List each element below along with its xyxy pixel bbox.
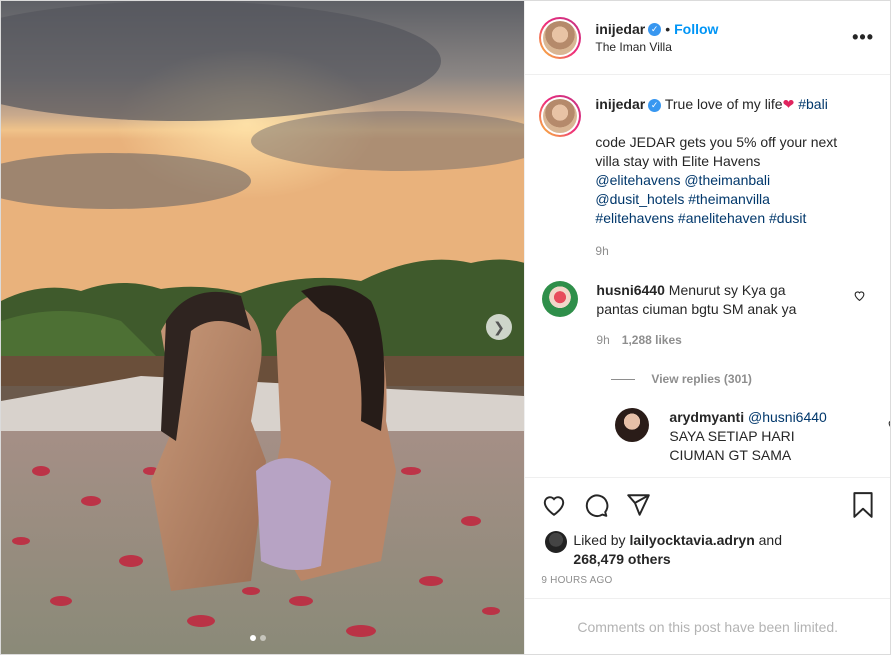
like-comment-heart-icon[interactable] <box>853 289 866 302</box>
liker-username[interactable]: lailyocktavia.adryn <box>629 532 754 548</box>
view-replies-button[interactable]: View replies (301) <box>611 372 874 386</box>
heart-emoji: ❤ <box>782 96 795 112</box>
view-replies-label: View replies (301) <box>651 372 752 386</box>
likes-summary: Liked by lailyocktavia.adryn and 268,479… <box>525 531 890 569</box>
reply-mention[interactable]: @husni6440 <box>748 409 827 425</box>
action-bar <box>525 477 890 531</box>
verified-icon: ✓ <box>648 23 662 37</box>
commenter-avatar[interactable] <box>542 281 579 317</box>
comment-item: husni6440 Menurut sy Kya ga pantas ciuma… <box>539 281 874 350</box>
more-icon[interactable]: ••• <box>852 27 874 48</box>
verified-icon: ✓ <box>648 98 662 112</box>
follow-button[interactable]: Follow <box>674 21 718 37</box>
replies-divider <box>611 378 636 380</box>
carousel-indicator <box>250 635 266 641</box>
post-timestamp[interactable]: 9 HOURS AGO <box>525 569 890 586</box>
mention-link[interactable]: @elitehavens <box>595 172 680 188</box>
reply-text: SAYA SETIAP HARI CIUMAN GT SAMA <box>669 428 795 463</box>
chevron-right-icon: ❯ <box>493 319 505 335</box>
post-photo <box>1 1 525 654</box>
caption-username[interactable]: inijedar <box>595 96 645 112</box>
hashtag-link[interactable]: #elitehavens <box>595 210 674 226</box>
hashtag-link[interactable]: #theimanvilla <box>688 191 770 207</box>
caption-promo: code JEDAR gets you 5% off your next vil… <box>595 134 838 169</box>
caption-time[interactable]: 9h <box>595 242 855 261</box>
post-header: inijedar ✓ • Follow The Iman Villa ••• <box>525 1 890 75</box>
hashtag-link[interactable]: #anelitehaven <box>678 210 765 226</box>
comment-likes[interactable]: 1,288 likes <box>622 333 682 347</box>
liked-by-prefix: Liked by <box>573 532 626 548</box>
comment-icon[interactable] <box>583 492 609 518</box>
instagram-post: ❯ inijedar✓•Follow The Iman Villa ••• <box>0 0 891 655</box>
hashtag-link[interactable]: #bali <box>798 96 828 112</box>
commenter-username[interactable]: husni6440 <box>596 282 664 298</box>
comments-limited-notice: Comments on this post have been limited. <box>525 598 890 654</box>
reply-username[interactable]: arydmyanti <box>669 409 744 425</box>
share-icon[interactable] <box>625 492 651 518</box>
liked-by-and: and <box>758 532 782 548</box>
like-reply-heart-icon[interactable] <box>887 418 890 431</box>
author-avatar[interactable] <box>539 16 582 59</box>
carousel-dot <box>260 635 266 641</box>
liker-avatar[interactable] <box>545 531 568 553</box>
mention-link[interactable]: @dusit_hotels <box>595 191 684 207</box>
location-link[interactable]: The Iman Villa <box>595 38 718 56</box>
carousel-dot-active <box>250 635 256 641</box>
post-caption: inijedar ✓ True love of my life❤ #bali co… <box>539 95 874 261</box>
reply-avatar[interactable] <box>615 408 650 442</box>
separator-dot: • <box>665 20 671 37</box>
comment-time[interactable]: 9h <box>596 333 609 347</box>
likes-count[interactable]: 268,479 others <box>573 551 670 567</box>
carousel-next-button[interactable]: ❯ <box>486 314 512 340</box>
reply-item: arydmyanti @husni6440 SAYA SETIAP HARI C… <box>615 408 890 465</box>
hashtag-link[interactable]: #dusit <box>769 210 806 226</box>
mention-link[interactable]: @theimanbali <box>684 172 770 188</box>
post-media[interactable]: ❯ <box>1 1 525 654</box>
caption-avatar[interactable] <box>539 95 582 137</box>
heart-icon[interactable] <box>541 492 567 518</box>
comments-section[interactable]: inijedar ✓ True love of my life❤ #bali co… <box>525 75 890 477</box>
caption-text: True love of my life <box>664 96 783 112</box>
post-panel: inijedar ✓ • Follow The Iman Villa ••• inij… <box>524 1 890 654</box>
author-username[interactable]: inijedar <box>595 21 645 37</box>
bookmark-icon[interactable] <box>850 491 876 522</box>
